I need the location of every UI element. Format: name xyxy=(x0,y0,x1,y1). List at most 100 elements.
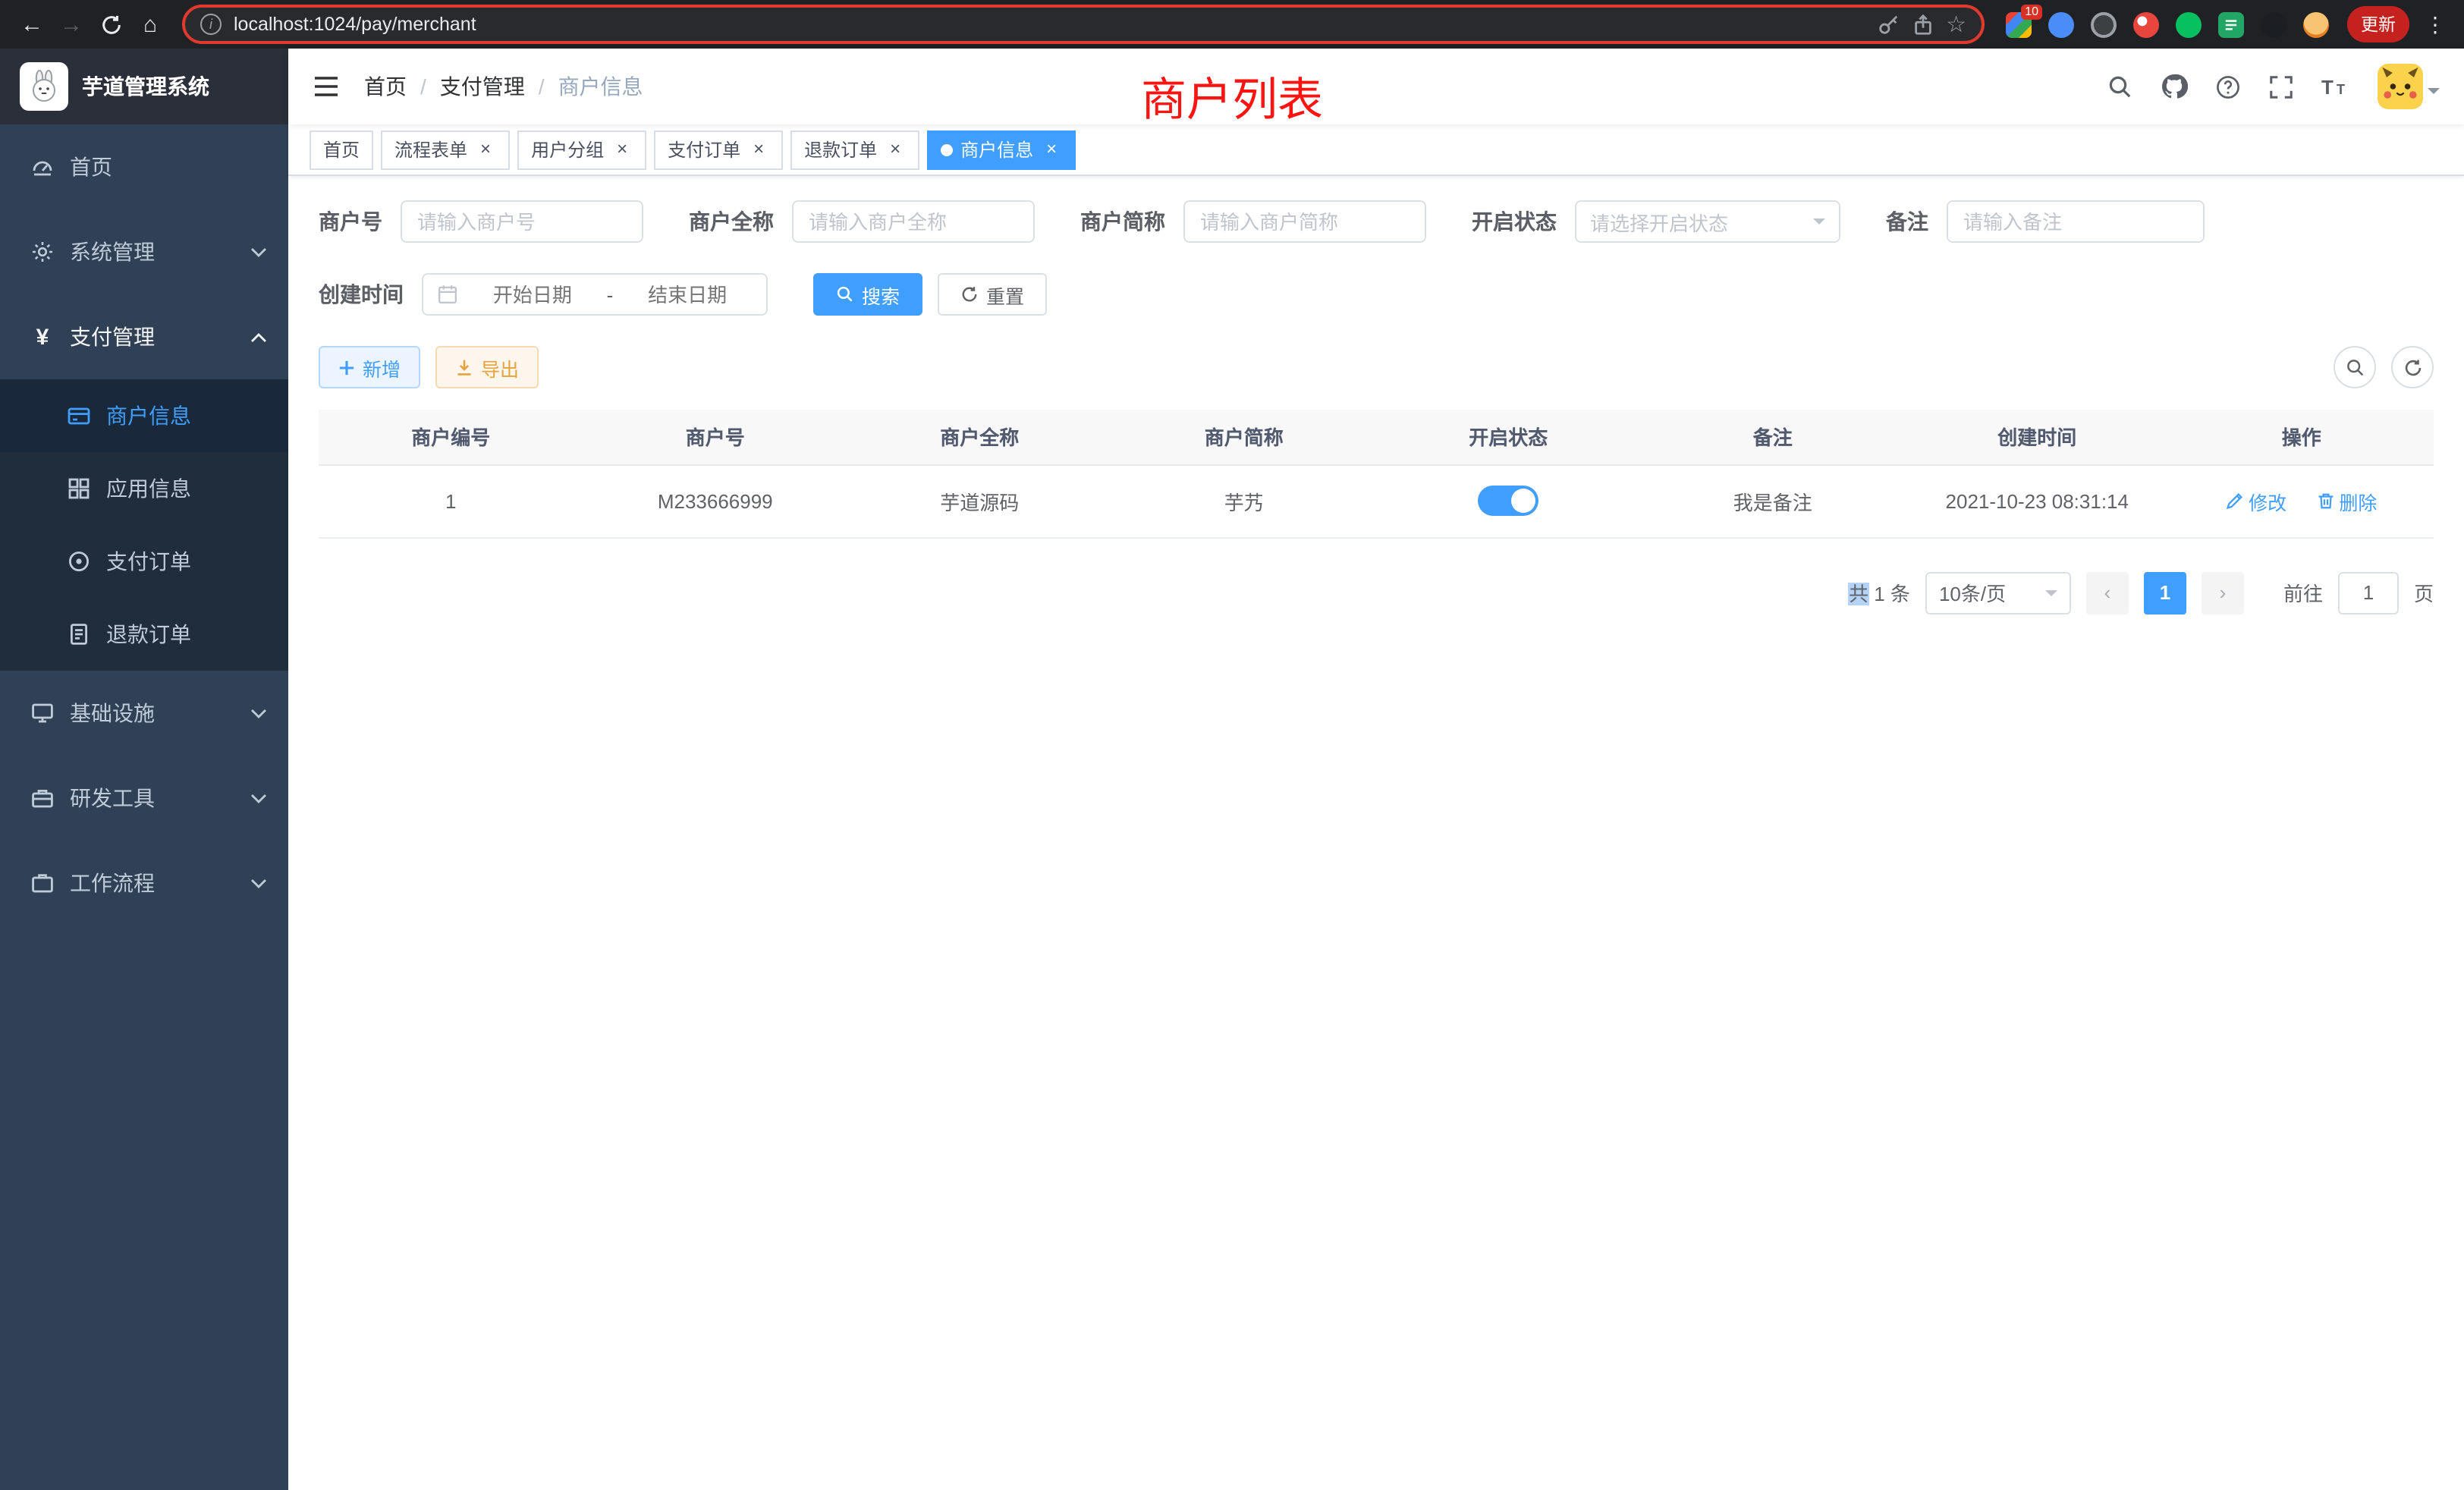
tab-pay-order[interactable]: 支付订单 × xyxy=(654,130,783,169)
goto-page-input[interactable] xyxy=(2338,571,2399,614)
browser-update-button[interactable]: 更新 xyxy=(2347,6,2409,42)
header-search-icon[interactable] xyxy=(2107,74,2133,99)
extension-icon[interactable]: 10 xyxy=(2006,11,2032,37)
site-info-icon[interactable]: i xyxy=(200,14,222,35)
current-page-button[interactable]: 1 xyxy=(2144,571,2186,614)
refresh-table-button[interactable] xyxy=(2391,346,2434,388)
search-button[interactable]: 搜索 xyxy=(813,273,922,316)
full-name-input[interactable] xyxy=(792,200,1035,243)
export-button[interactable]: 导出 xyxy=(435,346,539,388)
toolbox-icon xyxy=(30,786,55,810)
sidebar-item-merchant-info[interactable]: 商户信息 xyxy=(0,379,288,452)
page-content: 商户号 商户全称 商户简称 开启状态 请选择开启状态 xyxy=(288,176,2464,1490)
toggle-search-button[interactable] xyxy=(2334,346,2376,388)
tab-label: 商户信息 xyxy=(960,137,1033,162)
tab-label: 流程表单 xyxy=(394,137,467,162)
next-page-button[interactable]: › xyxy=(2202,571,2244,614)
merchant-no-input[interactable] xyxy=(401,200,643,243)
briefcase-icon xyxy=(30,871,55,895)
reload-icon[interactable] xyxy=(91,5,130,44)
extension-icon[interactable] xyxy=(2303,11,2329,37)
gear-icon xyxy=(30,240,55,264)
download-icon xyxy=(455,358,473,376)
close-icon[interactable]: × xyxy=(475,139,496,160)
dashboard-icon xyxy=(30,155,55,179)
remark-input[interactable] xyxy=(1947,200,2205,243)
help-icon[interactable] xyxy=(2215,74,2241,99)
monitor-icon xyxy=(30,701,55,725)
tab-process-form[interactable]: 流程表单 × xyxy=(381,130,510,169)
tab-user-group[interactable]: 用户分组 × xyxy=(517,130,646,169)
breadcrumb-home[interactable]: 首页 xyxy=(364,71,407,102)
password-key-icon[interactable] xyxy=(1876,13,1899,36)
breadcrumb-separator: / xyxy=(420,74,426,99)
github-icon[interactable] xyxy=(2161,73,2188,100)
sidebar-item-pay-order[interactable]: 支付订单 xyxy=(0,525,288,598)
status-select-placeholder: 请选择开启状态 xyxy=(1590,207,1728,236)
col-header: 商户编号 xyxy=(319,410,583,464)
col-header: 备注 xyxy=(1641,410,1906,464)
forward-icon[interactable]: → xyxy=(52,5,91,44)
close-icon[interactable]: × xyxy=(885,139,906,160)
chevron-down-icon xyxy=(250,708,267,718)
close-icon[interactable]: × xyxy=(1041,139,1062,160)
home-icon[interactable]: ⌂ xyxy=(130,5,170,44)
active-dot xyxy=(941,143,953,156)
prev-page-button[interactable]: ‹ xyxy=(2086,571,2129,614)
cell-status xyxy=(1376,464,1641,537)
cell-create-time: 2021-10-23 08:31:14 xyxy=(1905,464,2170,537)
col-header: 商户简称 xyxy=(1112,410,1377,464)
delete-link[interactable]: 删除 xyxy=(2316,486,2377,515)
extension-icon[interactable] xyxy=(2133,11,2159,37)
extension-icon[interactable] xyxy=(2218,11,2244,37)
address-bar[interactable]: i localhost:1024/pay/merchant ☆ xyxy=(182,5,1985,44)
browser-menu-icon[interactable]: ⋮ xyxy=(2418,11,2452,37)
sidebar-item-payment[interactable]: ¥ 支付管理 xyxy=(0,294,288,379)
sidebar-item-workflow[interactable]: 工作流程 xyxy=(0,841,288,926)
user-avatar[interactable] xyxy=(2378,64,2440,109)
tab-label: 退款订单 xyxy=(804,137,877,162)
extension-icon[interactable] xyxy=(2091,11,2117,37)
sidebar-item-app-info[interactable]: 应用信息 xyxy=(0,452,288,525)
back-icon[interactable]: ← xyxy=(12,5,52,44)
extension-icon[interactable] xyxy=(2261,11,2286,37)
extension-icon[interactable] xyxy=(2176,11,2202,37)
page-size-select[interactable]: 10条/页 xyxy=(1925,571,2071,614)
tags-view-bar: 首页 流程表单 × 用户分组 × 支付订单 × xyxy=(288,124,2464,176)
date-range-picker[interactable]: - xyxy=(422,273,768,316)
share-icon[interactable] xyxy=(1911,13,1934,36)
start-date-input[interactable] xyxy=(467,283,598,306)
font-size-icon[interactable]: TT xyxy=(2321,74,2350,99)
sidebar-item-home[interactable]: 首页 xyxy=(0,124,288,209)
sidebar-toggle-icon[interactable] xyxy=(313,74,340,99)
close-icon[interactable]: × xyxy=(611,139,633,160)
chevron-down-icon xyxy=(250,247,267,257)
sidebar-item-refund-order[interactable]: 退款订单 xyxy=(0,598,288,671)
tab-refund-order[interactable]: 退款订单 × xyxy=(790,130,919,169)
sidebar-item-system[interactable]: 系统管理 xyxy=(0,209,288,294)
svg-text:T: T xyxy=(2321,76,2334,99)
tab-merchant-info[interactable]: 商户信息 × xyxy=(927,130,1076,169)
total-prefix: 共 xyxy=(1849,583,1868,605)
extension-badge: 10 xyxy=(2021,4,2042,19)
merchant-no-label: 商户号 xyxy=(319,206,382,237)
extension-icon[interactable] xyxy=(2048,11,2074,37)
app-logo[interactable]: 芋道管理系统 xyxy=(0,49,288,124)
breadcrumb-payment[interactable]: 支付管理 xyxy=(440,71,525,102)
short-name-input[interactable] xyxy=(1183,200,1426,243)
status-select[interactable]: 请选择开启状态 xyxy=(1575,200,1840,243)
fullscreen-icon[interactable] xyxy=(2268,74,2294,99)
sidebar-item-dev-tools[interactable]: 研发工具 xyxy=(0,756,288,841)
status-toggle[interactable] xyxy=(1478,486,1538,516)
url-text[interactable]: localhost:1024/pay/merchant xyxy=(234,14,476,35)
add-button[interactable]: 新增 xyxy=(319,346,420,388)
end-date-input[interactable] xyxy=(622,283,753,306)
bookmark-star-icon[interactable]: ☆ xyxy=(1946,11,1966,38)
close-icon[interactable]: × xyxy=(748,139,769,160)
tab-home[interactable]: 首页 xyxy=(310,130,373,169)
trash-icon xyxy=(2316,492,2334,510)
edit-link[interactable]: 修改 xyxy=(2226,486,2286,515)
sidebar-item-infra[interactable]: 基础设施 xyxy=(0,671,288,756)
reset-button[interactable]: 重置 xyxy=(938,273,1047,316)
col-header: 商户号 xyxy=(583,410,848,464)
